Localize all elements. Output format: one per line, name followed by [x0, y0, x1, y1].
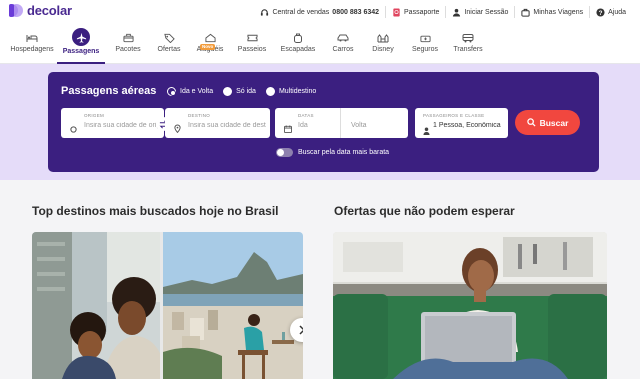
search-icon — [526, 118, 536, 127]
help-label: Ajuda — [608, 8, 626, 16]
origin-field[interactable]: ORIGEM Insira sua cidade de origem — [61, 108, 164, 138]
chevron-right-icon — [299, 325, 303, 335]
trip-type-label: Multidestino — [278, 88, 317, 95]
search-title: Passagens aéreas — [61, 85, 157, 97]
nav-item-disney[interactable]: Disney — [368, 24, 398, 64]
help-link[interactable]: ? Ajuda — [589, 6, 632, 18]
nav-label: Carros — [332, 46, 354, 53]
search-button[interactable]: Buscar — [515, 110, 580, 135]
login-label: Iniciar Sessão — [464, 8, 509, 16]
cheapest-date-label: Buscar pela data mais barata — [298, 149, 390, 156]
nav-item-transfers[interactable]: Transfers — [450, 24, 486, 64]
passport-link[interactable]: Passaporte — [385, 6, 445, 18]
sales-phone: 0800 883 6342 — [332, 8, 380, 16]
passengers-field[interactable]: PASSAGEIROS E CLASSE 1 Pessoa, Econômica — [415, 108, 508, 138]
nav-label: Pacotes — [115, 46, 141, 53]
origin-label: ORIGEM — [84, 113, 105, 118]
passengers-value: 1 Pessoa, Econômica — [433, 122, 501, 129]
location-pin-icon — [174, 120, 181, 138]
cheapest-date-toggle[interactable] — [276, 148, 293, 157]
nav-label: Transfers — [453, 46, 483, 53]
nav-item-carros[interactable]: Carros — [328, 24, 358, 64]
content-area: Top destinos mais buscados hoje no Brasi… — [0, 180, 640, 379]
my-trips-label: Minhas Viagens — [533, 8, 584, 16]
plane-icon — [72, 28, 90, 46]
top-links: Central de vendas 0800 883 6342 Passapor… — [254, 0, 632, 24]
car-icon — [337, 32, 349, 43]
top-header: decolar Central de vendas 0800 883 6342 … — [0, 0, 640, 24]
package-icon — [122, 32, 134, 43]
date-divider — [340, 108, 341, 138]
nav-label: Passagens — [62, 48, 100, 55]
nav-item-passeios[interactable]: Passeios — [234, 24, 270, 64]
nav-label: Disney — [372, 46, 394, 53]
product-nav: Hospedagens Passagens Pacotes Ofertas Al… — [0, 24, 640, 64]
nav-item-escapadas[interactable]: Escapadas — [277, 24, 319, 64]
headset-icon — [260, 8, 269, 17]
origin-circle-icon — [70, 120, 77, 138]
house-icon — [204, 32, 216, 43]
suitcase-icon — [521, 8, 531, 17]
passengers-label: PASSAGEIROS E CLASSE — [423, 113, 485, 118]
logo-text: decolar — [27, 3, 72, 18]
offers-title: Ofertas que não podem esperar — [334, 204, 515, 218]
castle-icon — [377, 32, 389, 43]
nav-label: Seguros — [411, 46, 439, 53]
destination-photo-couple — [32, 232, 303, 379]
top-destinations-title: Top destinos mais buscados hoje no Brasi… — [32, 204, 279, 218]
decolar-logo[interactable]: decolar — [9, 3, 72, 18]
trip-type-label: Só ida — [236, 88, 256, 95]
nav-label: Ofertas — [157, 46, 181, 53]
destinations-carousel[interactable] — [32, 232, 303, 379]
backpack-icon — [293, 32, 303, 43]
calendar-icon — [284, 120, 292, 138]
depart-date-input[interactable]: Ida — [298, 122, 308, 129]
nav-item-pacotes[interactable]: Pacotes — [110, 24, 146, 64]
trip-type-selector: Ida e Volta Só ida Multidestino — [167, 87, 316, 96]
nav-item-seguros[interactable]: Seguros — [409, 24, 441, 64]
origin-input[interactable]: Insira sua cidade de origem — [84, 122, 161, 129]
nav-label: Passeios — [237, 46, 267, 53]
nav-label: Escapadas — [280, 46, 316, 53]
offers-banner[interactable] — [333, 232, 607, 379]
sales-center-link[interactable]: Central de vendas 0800 883 6342 — [254, 6, 385, 18]
radio-icon — [223, 87, 233, 96]
nav-item-hospedagens[interactable]: Hospedagens — [6, 24, 58, 64]
shuttle-icon — [462, 32, 474, 43]
offer-photo-woman-laptop — [333, 232, 607, 379]
passport-label: Passaporte — [404, 8, 440, 16]
passport-icon — [392, 7, 401, 17]
radio-icon — [265, 87, 275, 96]
trip-type-round[interactable]: Ida e Volta — [167, 87, 213, 96]
logo-mark-icon — [9, 3, 24, 18]
bed-icon — [26, 32, 38, 43]
ticket-icon — [246, 32, 258, 43]
new-badge: Novo — [200, 44, 216, 50]
search-button-label: Buscar — [539, 117, 569, 128]
tag-icon — [163, 32, 175, 43]
dates-label: DATAS — [298, 113, 314, 118]
nav-item-ofertas[interactable]: Ofertas — [152, 24, 186, 64]
destination-label: DESTINO — [188, 113, 211, 118]
destination-field[interactable]: DESTINO Insira sua cidade de destino — [165, 108, 270, 138]
help-icon: ? — [596, 7, 605, 17]
trip-type-oneway[interactable]: Só ida — [223, 87, 256, 96]
my-trips-link[interactable]: Minhas Viagens — [514, 6, 589, 18]
shield-icon — [419, 32, 431, 43]
destination-input[interactable]: Insira sua cidade de destino — [188, 122, 266, 129]
login-link[interactable]: Iniciar Sessão — [445, 6, 514, 18]
sales-center-label: Central de vendas — [272, 8, 330, 16]
flight-search-box: Passagens aéreas Ida e Volta Só ida Mult… — [48, 72, 599, 172]
radio-selected-icon — [167, 87, 176, 96]
user-icon — [452, 8, 461, 17]
trip-type-label: Ida e Volta — [180, 88, 214, 95]
dates-field[interactable]: DATAS Ida Volta — [275, 108, 408, 138]
person-icon — [423, 122, 430, 140]
nav-item-passagens[interactable]: Passagens — [57, 24, 105, 64]
cheapest-date-toggle-row: Buscar pela data mais barata — [276, 148, 389, 157]
nav-label: Hospedagens — [10, 46, 54, 53]
svg-text:?: ? — [599, 9, 603, 16]
return-date-input[interactable]: Volta — [351, 122, 367, 129]
trip-type-multi[interactable]: Multidestino — [265, 87, 317, 96]
